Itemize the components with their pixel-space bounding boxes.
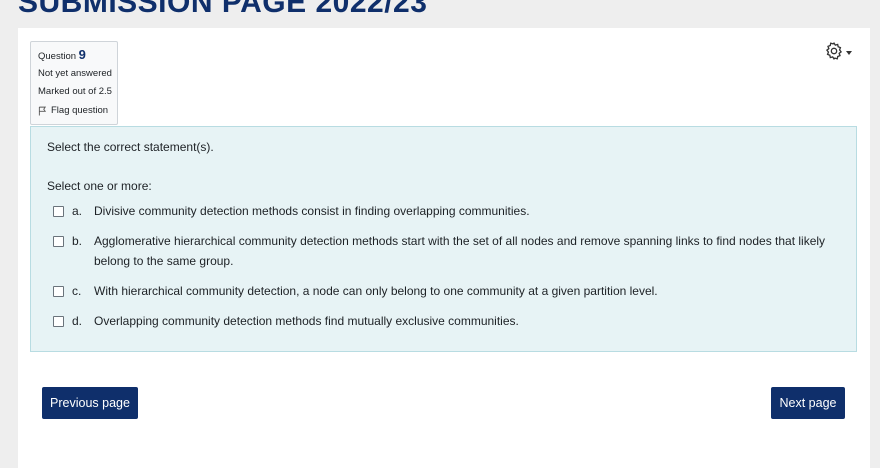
answer-option-d[interactable]: d. Overlapping community detection metho…: [53, 311, 843, 331]
settings-menu-button[interactable]: [824, 40, 860, 62]
option-checkbox[interactable]: [53, 206, 64, 217]
question-number: Question 9: [38, 48, 117, 64]
option-letter: a.: [72, 204, 83, 218]
answer-option-a[interactable]: a. Divisive community detection methods …: [53, 201, 843, 221]
option-letter: d.: [72, 314, 83, 328]
option-text[interactable]: Divisive community detection methods con…: [94, 201, 843, 221]
page-heading: SUBMISSION PAGE 2022/23: [18, 0, 428, 19]
answer-option-b[interactable]: b. Agglomerative hierarchical community …: [53, 231, 843, 271]
question-prompt: Select the correct statement(s).: [47, 140, 214, 154]
question-number-value: 9: [78, 47, 86, 62]
question-content: Select the correct statement(s). Select …: [30, 126, 857, 352]
flag-question-label: Flag question: [51, 105, 109, 116]
option-text[interactable]: With hierarchical community detection, a…: [94, 281, 843, 301]
question-label: Question: [38, 51, 77, 62]
question-marks: Marked out of 2.5: [38, 86, 112, 97]
answer-option-c[interactable]: c. With hierarchical community detection…: [53, 281, 843, 301]
flag-question-button[interactable]: Flag question: [38, 105, 117, 116]
question-status: Not yet answered: [38, 68, 112, 79]
question-card: Question 9 Not yet answered Marked out o…: [18, 28, 870, 468]
flag-icon: [38, 106, 47, 115]
option-letter: b.: [72, 234, 83, 248]
select-hint: Select one or more:: [47, 179, 152, 193]
option-letter: c.: [72, 284, 82, 298]
option-text[interactable]: Agglomerative hierarchical community det…: [94, 231, 843, 271]
previous-page-button[interactable]: Previous page: [42, 387, 138, 419]
question-info-panel: Question 9 Not yet answered Marked out o…: [30, 41, 118, 125]
option-checkbox[interactable]: [53, 316, 64, 327]
option-checkbox[interactable]: [53, 236, 64, 247]
next-page-button[interactable]: Next page: [771, 387, 845, 419]
gear-icon: [825, 42, 843, 60]
chevron-down-icon: [846, 51, 852, 55]
option-text[interactable]: Overlapping community detection methods …: [94, 311, 843, 331]
option-checkbox[interactable]: [53, 286, 64, 297]
